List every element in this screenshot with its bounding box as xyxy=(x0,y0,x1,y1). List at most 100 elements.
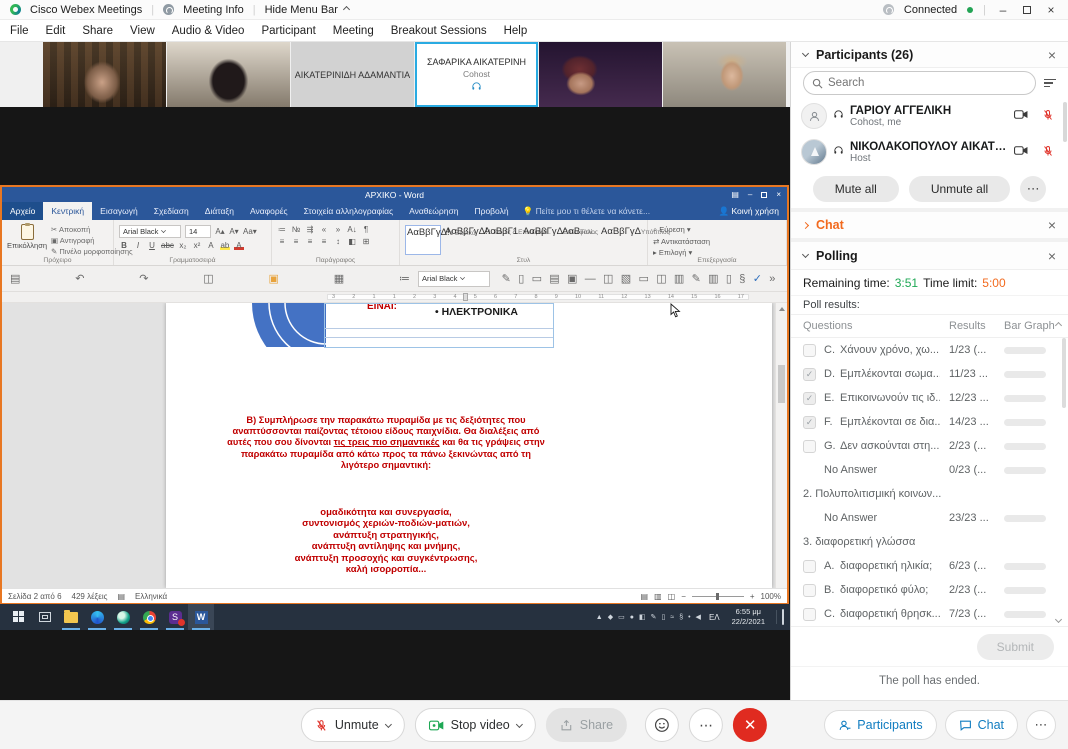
taskbar-word-button[interactable]: W xyxy=(188,604,214,630)
search-box[interactable] xyxy=(803,71,1036,95)
menu-file[interactable]: File xyxy=(10,25,29,37)
chat-header[interactable]: Chat × xyxy=(791,212,1068,242)
ribbon-options-icon[interactable]: ▤ xyxy=(731,190,739,199)
camera-icon[interactable] xyxy=(1014,145,1028,156)
overflow-icon[interactable]: » xyxy=(769,273,775,285)
participants-toggle-button[interactable]: Participants xyxy=(824,710,936,740)
word-tab-1[interactable]: Εισαγωγή xyxy=(92,202,146,220)
open-folder-icon[interactable]: ▣ xyxy=(269,272,279,285)
participants-more-button[interactable]: ⋯ xyxy=(1020,176,1046,202)
mute-all-button[interactable]: Mute all xyxy=(813,176,899,202)
pen-tray-icon[interactable]: ✎ xyxy=(651,613,657,621)
web-layout-icon[interactable]: ◫ xyxy=(668,592,676,601)
taskbar-task-view-button[interactable] xyxy=(32,604,58,630)
scroll-up-icon[interactable] xyxy=(1055,322,1062,329)
language-switcher[interactable]: ΕΛ xyxy=(706,613,723,622)
menu-view[interactable]: View xyxy=(130,25,155,37)
poll-option-checkbox[interactable] xyxy=(803,344,816,357)
new-page-icon[interactable]: ▤ xyxy=(549,272,559,285)
active-speaker-tile[interactable]: ΣΑΦΑΡΙΚΑ ΑΙΚΑΤΕΡΙΝΗCohost xyxy=(415,42,538,107)
meeting-info-button[interactable]: Meeting Info xyxy=(183,4,244,16)
change-case-button[interactable]: Aa▾ xyxy=(243,227,257,236)
menu-edit[interactable]: Edit xyxy=(46,25,66,37)
menu-participant[interactable]: Participant xyxy=(261,25,315,37)
mic-muted-icon[interactable] xyxy=(1042,145,1054,157)
camera-icon[interactable] xyxy=(1014,109,1028,120)
new-doc-icon[interactable]: ▯ xyxy=(518,272,524,285)
font-name-combo[interactable]: Arial Black xyxy=(119,225,181,238)
word-count[interactable]: 429 λέξεις xyxy=(72,592,108,601)
menu-help[interactable]: Help xyxy=(504,25,528,37)
style-card-5[interactable]: ΑαΒβΓγΔΥπότιτλος xyxy=(600,225,636,255)
mic-muted-icon[interactable] xyxy=(1042,109,1054,121)
save-icon[interactable]: ▤ xyxy=(10,272,20,285)
sort-icon[interactable] xyxy=(1044,79,1056,88)
indent-marker[interactable] xyxy=(463,293,468,301)
scrollbar-thumb[interactable] xyxy=(778,365,785,403)
volume-tray-icon[interactable]: ◀ xyxy=(696,613,701,621)
superscript-icon[interactable]: x² xyxy=(192,241,202,250)
maximize-button[interactable] xyxy=(1020,3,1034,17)
replace-button[interactable]: ⇄ Αντικατάσταση xyxy=(653,237,710,246)
zoom-in-button[interactable]: + xyxy=(750,592,755,601)
horizontal-ruler[interactable]: 3211234567891011121314151617 xyxy=(2,292,787,303)
word-restore-button[interactable] xyxy=(761,192,767,198)
line-spacing-icon[interactable]: ↕ xyxy=(333,237,343,246)
tell-me-box[interactable]: 💡 Πείτε μου τι θέλετε να κάνετε... xyxy=(517,202,656,220)
participant-video[interactable] xyxy=(663,42,786,107)
participants-close-icon[interactable]: × xyxy=(1048,47,1056,63)
close-button[interactable]: × xyxy=(1044,3,1058,17)
word-tab-7[interactable]: Προβολή xyxy=(466,202,516,220)
menu-audio-video[interactable]: Audio & Video xyxy=(172,25,245,37)
qat-font-combo[interactable]: Arial Black xyxy=(418,271,490,287)
chat-toggle-button[interactable]: Chat xyxy=(945,710,1018,740)
grow-font-button[interactable]: A▴ xyxy=(215,227,225,236)
word-tab-6[interactable]: Αναθεώρηση xyxy=(401,202,466,220)
unmute-all-button[interactable]: Unmute all xyxy=(909,176,1010,202)
text-effects-icon[interactable]: A xyxy=(206,241,216,250)
word-tab-3[interactable]: Διάταξη xyxy=(197,202,242,220)
font-size-combo[interactable]: 14 xyxy=(185,225,211,238)
minimize-button[interactable]: – xyxy=(996,3,1010,17)
poll-option-checkbox[interactable]: ✓ xyxy=(803,392,816,405)
subscript-icon[interactable]: x₂ xyxy=(178,241,188,250)
taskbar-start-button[interactable] xyxy=(6,604,32,630)
document-page[interactable]: ΕΙΝΑΙ: • ΗΛΕΚΤΡΟΝΙΚΑ Β) Συμπλήρωσε την π… xyxy=(166,303,772,588)
page-setup-icon[interactable]: ◫ xyxy=(603,272,613,285)
horizontal-line-icon[interactable]: — xyxy=(585,273,596,285)
comment-icon[interactable]: ▭ xyxy=(532,272,542,285)
select-button[interactable]: ▸ Επιλογή ▾ xyxy=(653,248,710,257)
style-card-3[interactable]: ΑαΒβΓγΔΕπικεφαλί.. xyxy=(522,225,558,255)
chat-close-icon[interactable]: × xyxy=(1048,217,1056,233)
mute-button[interactable] xyxy=(1042,109,1054,124)
mute-button[interactable] xyxy=(1042,145,1054,160)
style-card-2[interactable]: ΑαΒβΓ1Επικεφαλί.. xyxy=(483,225,519,255)
menu-meeting[interactable]: Meeting xyxy=(333,25,374,37)
stamp-icon[interactable]: ✎ xyxy=(502,272,511,285)
arrow-up-tray-icon[interactable]: ▲ xyxy=(596,614,603,621)
word-close-button[interactable]: × xyxy=(776,190,781,199)
camera-button[interactable] xyxy=(1014,109,1028,123)
participant-row[interactable]: ΓΑΡΙΟΥ ΑΓΓΕΛΙΚΗCohost, me xyxy=(791,98,1068,134)
frame-icon[interactable]: ▯ xyxy=(726,272,732,285)
poll-option-checkbox[interactable] xyxy=(803,440,816,453)
page-indicator[interactable]: Σελίδα 2 από 6 xyxy=(8,592,62,601)
strikethrough-icon[interactable]: abc xyxy=(161,241,174,250)
hide-menu-bar-button[interactable]: Hide Menu Bar xyxy=(265,4,338,16)
spellcheck-icon[interactable]: ✓ xyxy=(753,272,762,285)
read-mode-icon[interactable]: ▤ xyxy=(641,592,649,601)
reactions-button[interactable] xyxy=(645,708,679,742)
taskbar-webex-button[interactable] xyxy=(110,604,136,630)
poll-option-checkbox[interactable]: ✓ xyxy=(803,368,816,381)
borders-icon[interactable]: ⊞ xyxy=(361,237,371,246)
save-as-icon[interactable]: ▦ xyxy=(334,272,344,285)
image-icon[interactable]: ▧ xyxy=(621,272,631,285)
numbering-icon[interactable]: № xyxy=(291,225,301,234)
word-tab-4[interactable]: Αναφορές xyxy=(242,202,296,220)
document-canvas[interactable]: ΕΙΝΑΙ: • ΗΛΕΚΤΡΟΝΙΚΑ Β) Συμπλήρωσε την π… xyxy=(2,303,787,588)
word-tab-0[interactable]: Κεντρική xyxy=(43,202,92,220)
onedrive-tray-icon[interactable]: ● xyxy=(630,614,634,621)
unmute-button[interactable]: Unmute xyxy=(301,708,405,742)
poll-option-checkbox[interactable] xyxy=(803,608,816,621)
undo-icon[interactable]: ↶ xyxy=(75,272,84,285)
